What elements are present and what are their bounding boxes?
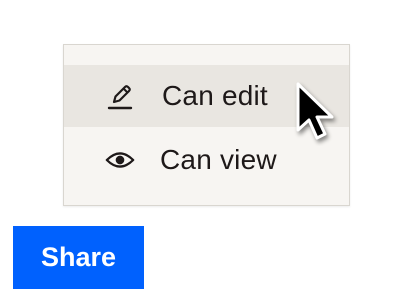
- mouse-pointer-icon: [296, 82, 334, 140]
- pencil-icon: [104, 80, 136, 112]
- menu-item-label: Can edit: [162, 80, 268, 111]
- share-button[interactable]: Share: [13, 226, 144, 289]
- eye-icon: [104, 144, 136, 176]
- menu-item-label: Can view: [160, 144, 277, 175]
- stage: Can edit Can view Share: [0, 0, 414, 291]
